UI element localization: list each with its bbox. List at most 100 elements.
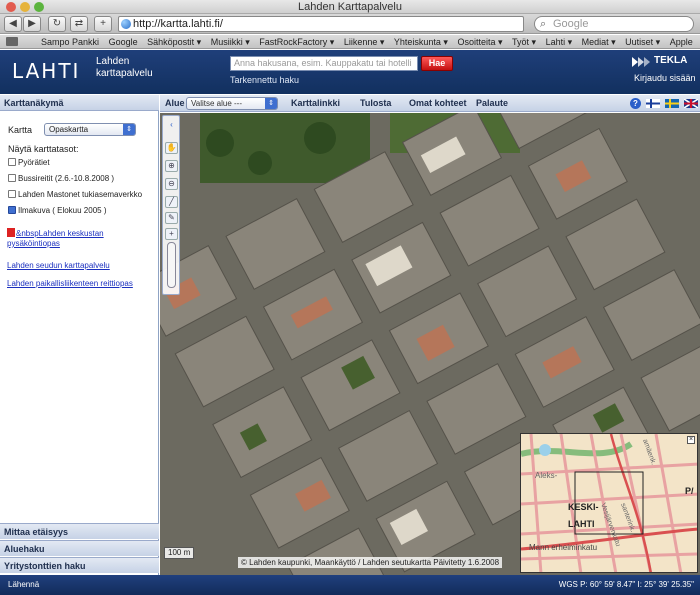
clear-tool-icon[interactable]: ✎ [165,212,178,224]
reload-icon: ↻ [52,18,62,29]
browser-search-input[interactable]: ⌕ Google [534,16,694,32]
select-arrow-icon: ⇕ [123,124,135,135]
layer-item[interactable]: Ilmakuva ( Elokuu 2005 ) [8,206,107,216]
zoom-in-icon[interactable]: + [165,228,178,240]
layer-label: Ilmakuva ( Elokuu 2005 ) [18,206,107,215]
layer-label: Bussireitit (2.6.-10.8.2008 ) [18,174,115,183]
layer-label: Lahden Mastonet tukiasemaverkko [18,190,143,199]
map-toolbar: Alue Valitse alue --- ⇕ Karttalinkki Tul… [160,95,700,112]
share-button[interactable]: ⇄ [70,16,88,32]
overview-label-district-line1: KESKI- [568,502,599,512]
pan-tool-icon[interactable]: ✋ [165,142,178,154]
site-header: LAHTI Lahden karttapalvelu Anna hakusana… [0,50,700,94]
bookmark-item[interactable]: Mediat ▾ [582,35,616,48]
parking-guide-link[interactable]: &nbspLahden keskustan pysäköintiopas [7,228,104,249]
bookmark-item[interactable]: Työt ▾ [512,35,536,48]
plus-icon: + [100,18,106,29]
overview-label-district-line2: LAHTI [568,519,595,529]
area-select[interactable]: Valitse alue --- ⇕ [186,97,278,110]
select-arrow-icon: ⇕ [265,98,277,109]
help-icon[interactable]: ? [630,98,641,109]
minimize-window-icon[interactable] [20,2,30,12]
add-bookmark-button[interactable]: + [94,16,112,32]
bookmark-item[interactable]: Google [109,35,138,48]
regional-map-link[interactable]: Lahden seudun karttapalvelu [7,261,110,271]
layer-item[interactable]: Bussireitit (2.6.-10.8.2008 ) [8,174,114,184]
window-title: Lahden Karttapalvelu [298,1,402,13]
overview-close-icon[interactable]: × [687,436,695,444]
tekla-logo-icon [632,57,650,67]
print-button[interactable]: Tulosta [360,95,391,112]
back-arrow-icon: ◀ [9,18,17,29]
measure-distance-section[interactable]: Mittaa etäisyys [0,523,159,539]
search-button[interactable]: Hae [421,56,453,71]
close-window-icon[interactable] [6,2,16,12]
feedback-button[interactable]: Palaute [476,95,508,112]
url-field[interactable]: http://kartta.lahti.fi/ [118,16,524,32]
login-link[interactable]: Kirjaudu sisään [634,73,696,83]
zoom-slider[interactable] [167,242,176,288]
bookmark-item[interactable]: Sampo Pankki [41,35,99,48]
bookmark-item[interactable]: Osoitteita ▾ [457,35,502,48]
overview-label-street: Mann erheiminkatu [529,543,597,552]
status-bar: Lähennä WGS P: 60° 59' 8.47" I: 25° 39' … [0,575,700,595]
parking-guide-line2: pysäköintiopas [7,239,60,248]
measure-tool-icon[interactable]: ╱ [165,196,178,208]
layer-item[interactable]: Lahden Mastonet tukiasemaverkko [8,190,142,200]
reload-button[interactable]: ↻ [48,16,66,32]
bookmark-item[interactable]: Uutiset ▾ [625,35,660,48]
advanced-search-link[interactable]: Tarkennettu haku [230,75,299,85]
layer-checkbox-checked[interactable] [8,206,16,214]
overview-label-edge: P/ [685,486,694,496]
layers-title: Näytä karttatasot: [8,144,79,154]
map-tools: ‹ ✋ ⊕ ⊖ ╱ ✎ + [162,115,180,295]
bookmark-item[interactable]: Yhteiskunta ▾ [394,35,448,48]
bookmark-item[interactable]: Lahti ▾ [546,35,573,48]
layer-item[interactable]: Pyörätiet [8,158,50,168]
url-text: http://kartta.lahti.fi/ [133,18,223,30]
layer-checkbox[interactable] [8,190,16,198]
map-view[interactable]: ‹ ✋ ⊕ ⊖ ╱ ✎ + 100 m © Lahden kaupunki, M… [160,113,700,575]
zoom-window-icon[interactable] [34,2,44,12]
bookmark-item[interactable]: Sähköpostit ▾ [147,35,201,48]
bookmark-item[interactable]: Musiikki ▾ [211,35,250,48]
business-plot-search-section[interactable]: Yritystonttien haku [0,557,159,573]
forward-arrow-icon: ▶ [28,18,36,29]
parking-guide-line1: &nbspLahden keskustan [16,229,104,238]
site-subtitle-line1: Lahden [96,56,130,67]
back-button[interactable]: ◀ [4,16,22,32]
forward-button[interactable]: ▶ [23,16,41,32]
bookmark-item[interactable]: FastRockFactory ▾ [259,35,334,48]
left-panel: Karttanäkymä Kartta Opaskartta ⇕ Näytä k… [0,95,159,575]
area-label: Alue [165,98,185,108]
route-guide-link[interactable]: Lahden paikallisliikenteen reittiopas [7,279,133,289]
own-places-button[interactable]: Omat kohteet [409,95,467,112]
lahti-logo[interactable]: LAHTI [12,59,80,83]
browser-toolbar: ◀ ▶ ↻ ⇄ + http://kartta.lahti.fi/ ⌕ Goog… [0,14,700,34]
bookmark-item[interactable]: Liikenne ▾ [344,35,385,48]
zoom-in-box-icon[interactable]: ⊕ [165,160,178,172]
bookmarks-bar: Sampo Pankki Google Sähköpostit ▾ Musiik… [0,35,700,49]
map-type-value: Opaskartta [49,125,89,134]
site-search-placeholder: Anna hakusana, esim. Kauppakatu tai hote… [234,58,412,68]
site-subtitle: Lahden karttapalvelu [96,56,153,80]
bookmarks-book-icon[interactable] [6,37,18,46]
swedish-flag-icon[interactable] [665,99,679,108]
area-search-section[interactable]: Aluehaku [0,540,159,556]
layer-label: Pyörätiet [18,158,50,167]
finnish-flag-icon[interactable] [646,99,660,108]
site-search-input[interactable]: Anna hakusana, esim. Kauppakatu tai hote… [230,56,418,71]
zoom-out-box-icon[interactable]: ⊖ [165,178,178,190]
layer-checkbox[interactable] [8,174,16,182]
map-copyright: © Lahden kaupunki, Maankäyttö / Lahden s… [238,557,503,568]
magnifier-icon: ⌕ [540,18,547,30]
english-flag-icon[interactable] [684,99,698,108]
overview-map[interactable]: Aleks- KESKI- LAHTI Mann erheiminkatu sa… [520,433,698,573]
collapse-panel-icon[interactable]: ‹ [165,120,178,132]
map-link-button[interactable]: Karttalinkki [291,95,340,112]
coordinates-readout: WGS P: 60° 59' 8.47" I: 25° 39' 25.35" [558,580,694,589]
bookmark-item[interactable]: Apple [670,35,693,48]
layer-checkbox[interactable] [8,158,16,166]
tekla-brand: TEKLA [654,55,688,66]
map-type-select[interactable]: Opaskartta ⇕ [44,123,136,136]
